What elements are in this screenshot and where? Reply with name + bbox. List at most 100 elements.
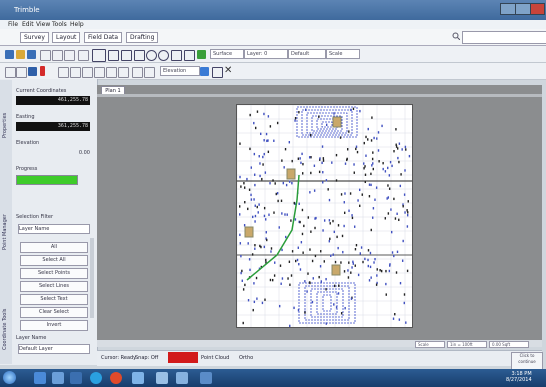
surface-field[interactable]: Surface (210, 49, 244, 59)
clock-date: 8/27/2014 (506, 377, 532, 383)
menu-file[interactable]: File (8, 21, 18, 28)
tab-survey[interactable]: Survey (20, 32, 49, 43)
hatch-icon[interactable] (144, 67, 155, 78)
menu-help[interactable]: Help (70, 21, 84, 28)
survey-point (248, 258, 251, 261)
start-button[interactable] (3, 371, 16, 384)
app-icon-1[interactable] (52, 372, 64, 384)
search-input[interactable] (462, 31, 546, 44)
horizontal-scrollbar[interactable]: Scale 1in = 100ft 0.00 Sqft (97, 340, 542, 348)
panel-button-2[interactable]: Select Points (20, 268, 88, 279)
panel-button-6[interactable]: Invert (20, 320, 88, 331)
system-clock[interactable]: 3:18 PM 8/27/2014 (506, 371, 532, 383)
survey-app-icon[interactable] (156, 372, 168, 384)
elevation-field[interactable]: Elevation (160, 66, 200, 76)
undo-icon[interactable] (78, 50, 89, 61)
status-point-cloud[interactable]: Point Cloud (201, 354, 229, 363)
survey-point (332, 219, 334, 223)
survey-point (253, 121, 255, 125)
layer-name-field[interactable]: Default Layer (18, 344, 90, 354)
survey-point (399, 184, 402, 188)
menu-edit[interactable]: Edit (22, 21, 34, 28)
panel-button-3[interactable]: Select Lines (20, 281, 88, 292)
window-icon[interactable] (200, 372, 212, 384)
panel-scrollbar[interactable] (90, 238, 94, 318)
polyline-icon[interactable] (82, 67, 93, 78)
explorer-icon[interactable] (34, 372, 46, 384)
survey-point (322, 159, 325, 162)
maximize-button[interactable] (515, 3, 531, 15)
vtab-properties[interactable]: Properties (2, 88, 8, 138)
survey-point (304, 311, 306, 314)
arrow-icon[interactable] (212, 67, 223, 78)
tab-field-data[interactable]: Field Data (84, 32, 123, 43)
search-icon (452, 32, 461, 41)
app-icon-2[interactable] (70, 372, 82, 384)
survey-point (301, 152, 303, 156)
status-ortho[interactable]: Ortho (239, 354, 253, 363)
panel-button-4[interactable]: Select Text (20, 294, 88, 305)
copy-icon[interactable] (52, 50, 63, 61)
rotate-icon[interactable] (184, 50, 195, 61)
print-icon[interactable] (108, 50, 119, 61)
minimize-button[interactable] (500, 3, 516, 15)
survey-point (373, 261, 375, 264)
vtab-coordinate-tools[interactable]: Coordinate Tools (2, 280, 8, 350)
dimension-icon[interactable] (132, 67, 143, 78)
document-icon[interactable] (176, 372, 188, 384)
cut-icon[interactable] (40, 50, 51, 61)
vtab-point-manager[interactable]: Point Manager (2, 190, 8, 250)
save-icon[interactable] (27, 50, 36, 59)
browser-icon[interactable] (90, 372, 102, 384)
survey-point (385, 293, 387, 296)
panel-button-1[interactable]: Select All (20, 255, 88, 266)
survey-point (328, 219, 331, 222)
survey-point (322, 229, 324, 232)
pan-icon[interactable] (171, 50, 182, 61)
survey-point (325, 277, 327, 281)
flag-icon[interactable] (200, 67, 209, 76)
selection-filter-dropdown[interactable]: Layer Name (18, 224, 90, 234)
survey-point (302, 162, 304, 166)
arc-icon[interactable] (94, 67, 105, 78)
scale-field[interactable]: Scale (326, 49, 360, 59)
style-field[interactable]: Default (288, 49, 326, 59)
media-icon[interactable] (110, 372, 122, 384)
grid-icon[interactable] (197, 50, 206, 59)
pencil-icon[interactable] (16, 67, 27, 78)
select-icon[interactable] (92, 49, 106, 62)
folder-icon[interactable] (132, 372, 144, 384)
panel-button-0[interactable]: All (20, 242, 88, 253)
survey-point (311, 259, 314, 263)
survey-point (247, 242, 249, 245)
survey-drawing[interactable] (236, 104, 413, 328)
measure-icon[interactable] (134, 50, 145, 61)
survey-point (323, 260, 325, 263)
status-snap[interactable]: Snap: Off (135, 354, 158, 363)
paste-icon[interactable] (64, 50, 75, 61)
line-icon[interactable] (70, 67, 81, 78)
survey-point (318, 275, 320, 279)
tab-drafting[interactable]: Drafting (126, 32, 159, 43)
open-icon[interactable] (16, 50, 25, 59)
zoom-in-icon[interactable] (146, 50, 157, 61)
text-icon[interactable] (118, 67, 129, 78)
circle-icon[interactable] (106, 67, 117, 78)
layer-field[interactable]: Layer: 0 (244, 49, 288, 59)
panel-button-5[interactable]: Clear Select (20, 307, 88, 318)
tab-layout[interactable]: Layout (52, 32, 81, 43)
layers-icon[interactable] (121, 50, 132, 61)
error-indicator[interactable] (168, 352, 198, 363)
menu-tools[interactable]: Tools (52, 21, 67, 28)
new-icon[interactable] (5, 50, 14, 59)
alert-icon[interactable] (40, 66, 45, 76)
survey-point (283, 166, 285, 169)
zoom-out-icon[interactable] (158, 50, 169, 61)
layer-manager-icon[interactable] (28, 67, 37, 76)
menu-view[interactable]: View (36, 21, 50, 28)
survey-point (394, 313, 396, 316)
delete-icon[interactable]: ✕ (224, 65, 232, 76)
close-button[interactable] (530, 3, 545, 15)
point-icon[interactable] (58, 67, 69, 78)
pointer-icon[interactable] (5, 67, 16, 78)
